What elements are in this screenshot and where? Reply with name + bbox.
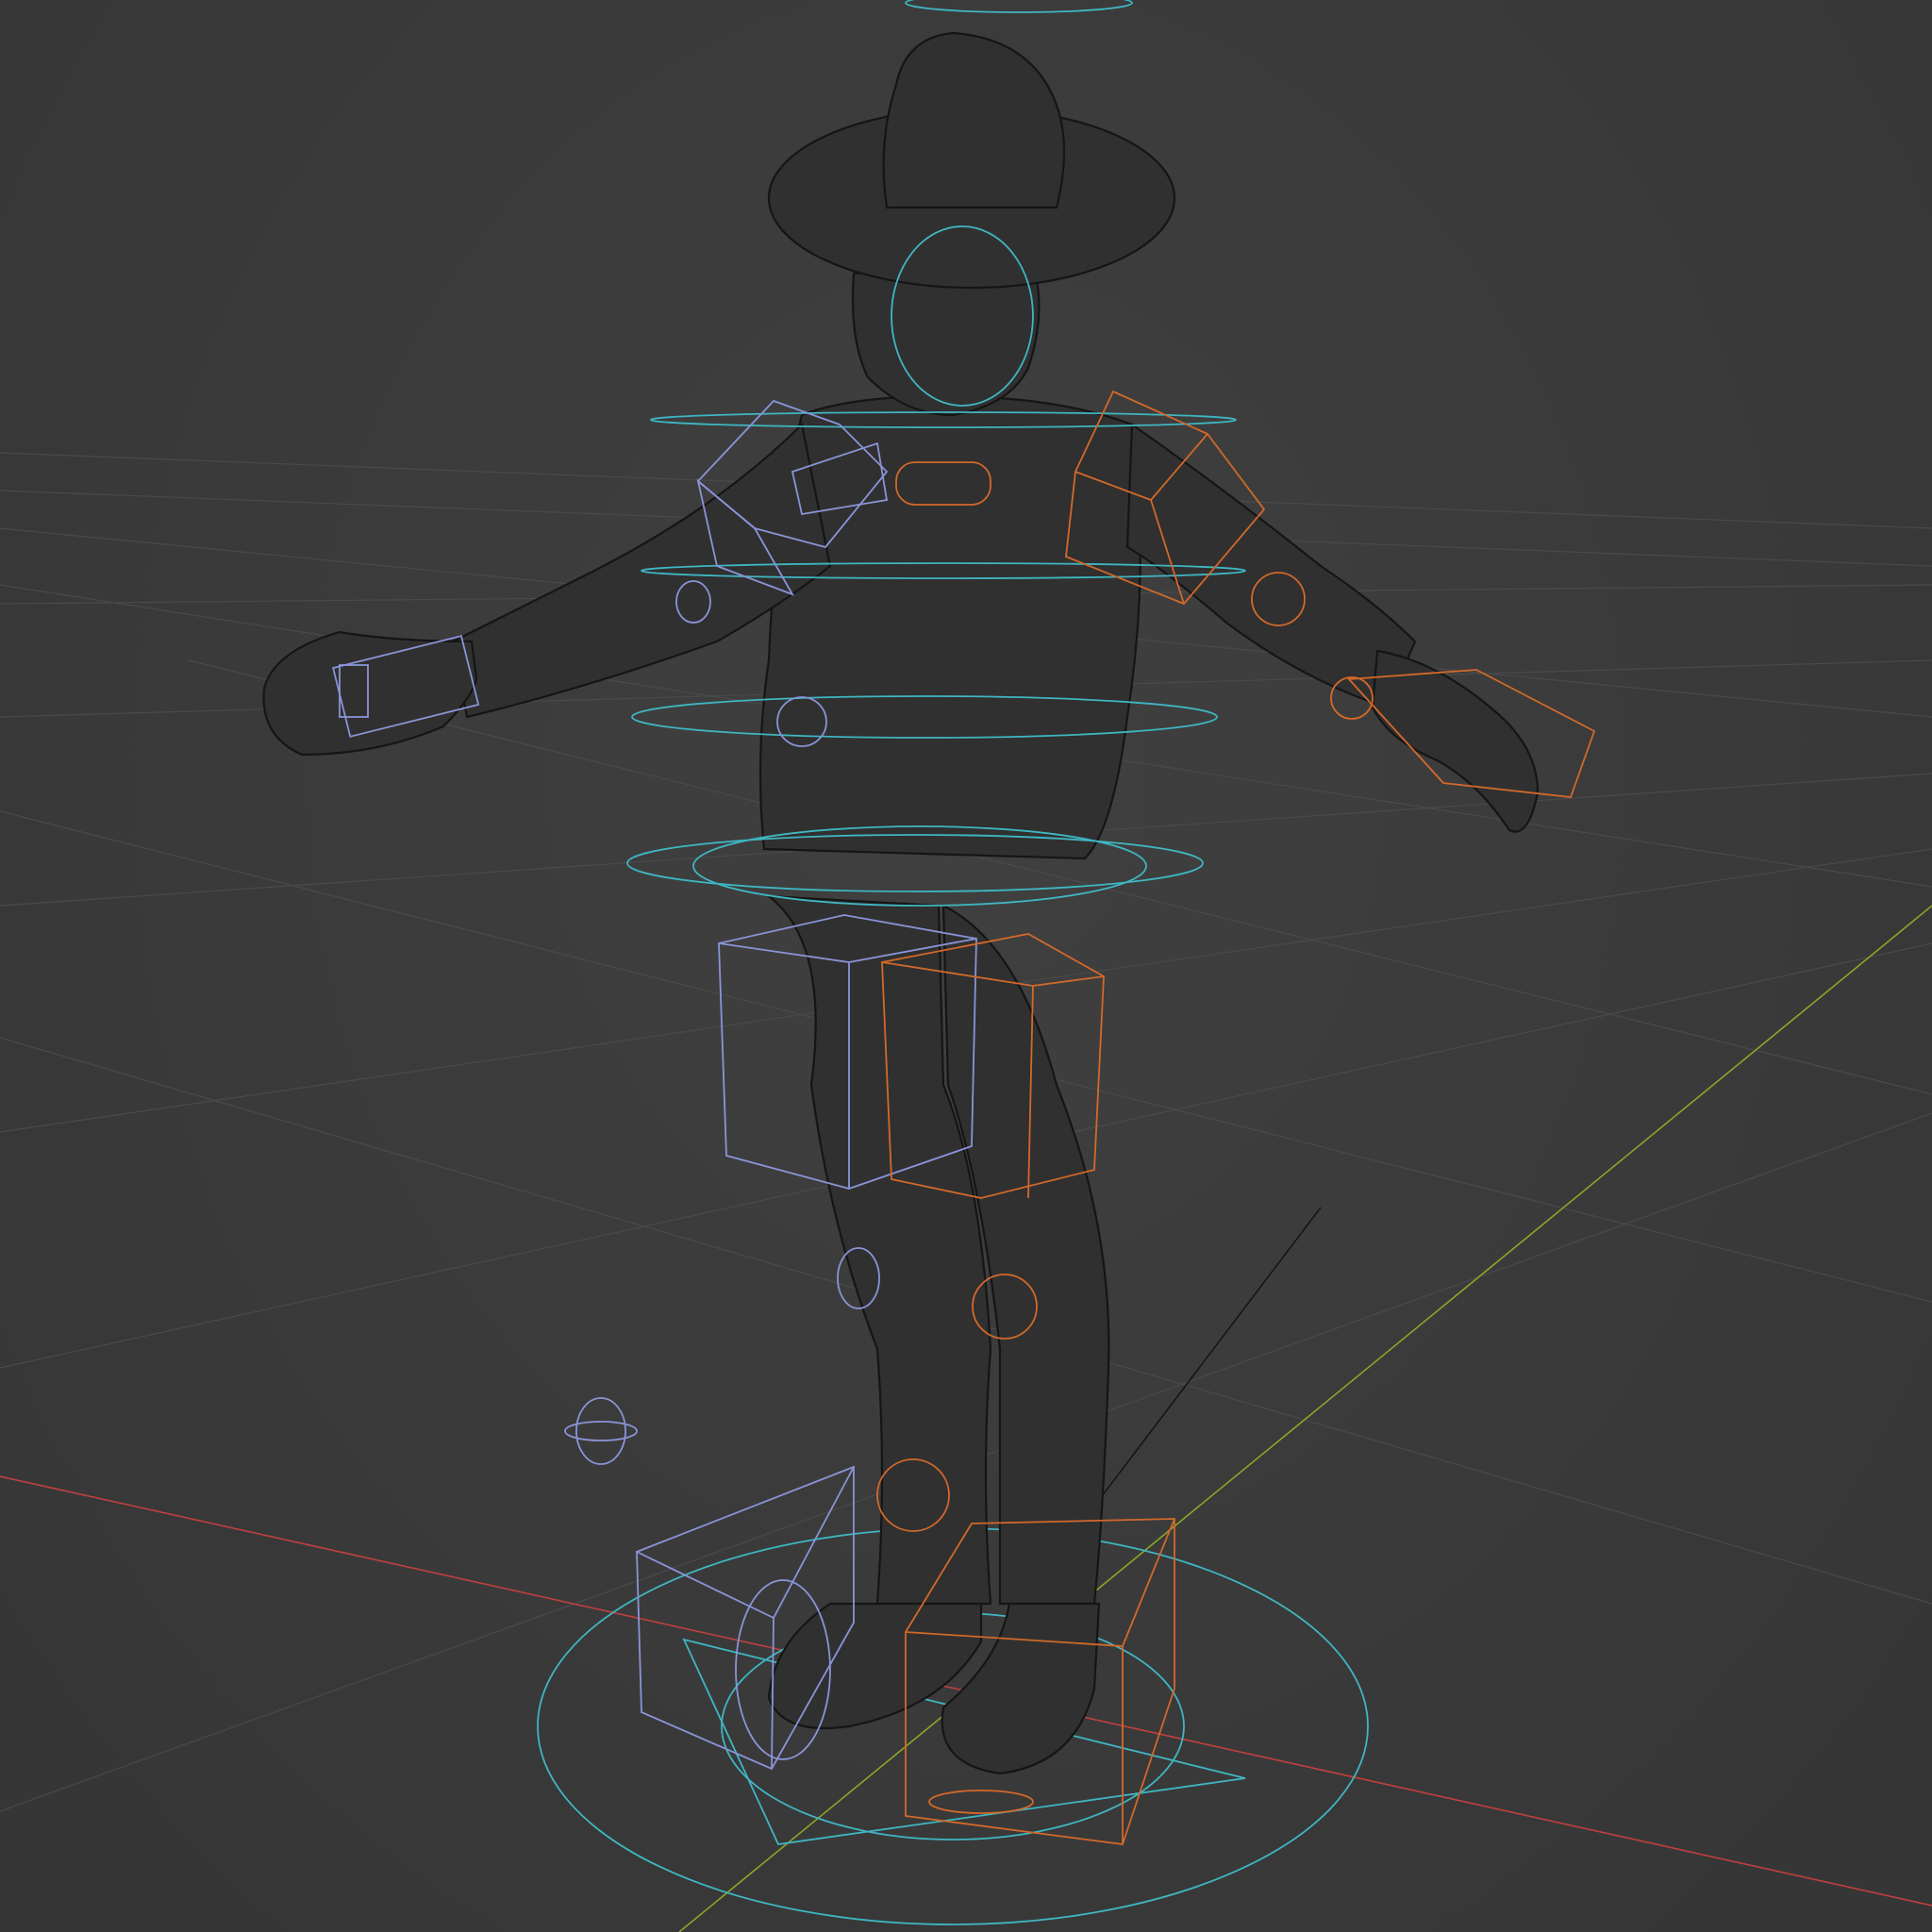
empty-axis-line [1098,1207,1322,1501]
3d-viewport[interactable] [0,0,1932,1932]
character-mesh[interactable] [262,31,1540,1775]
scene-canvas[interactable] [0,0,1932,1932]
